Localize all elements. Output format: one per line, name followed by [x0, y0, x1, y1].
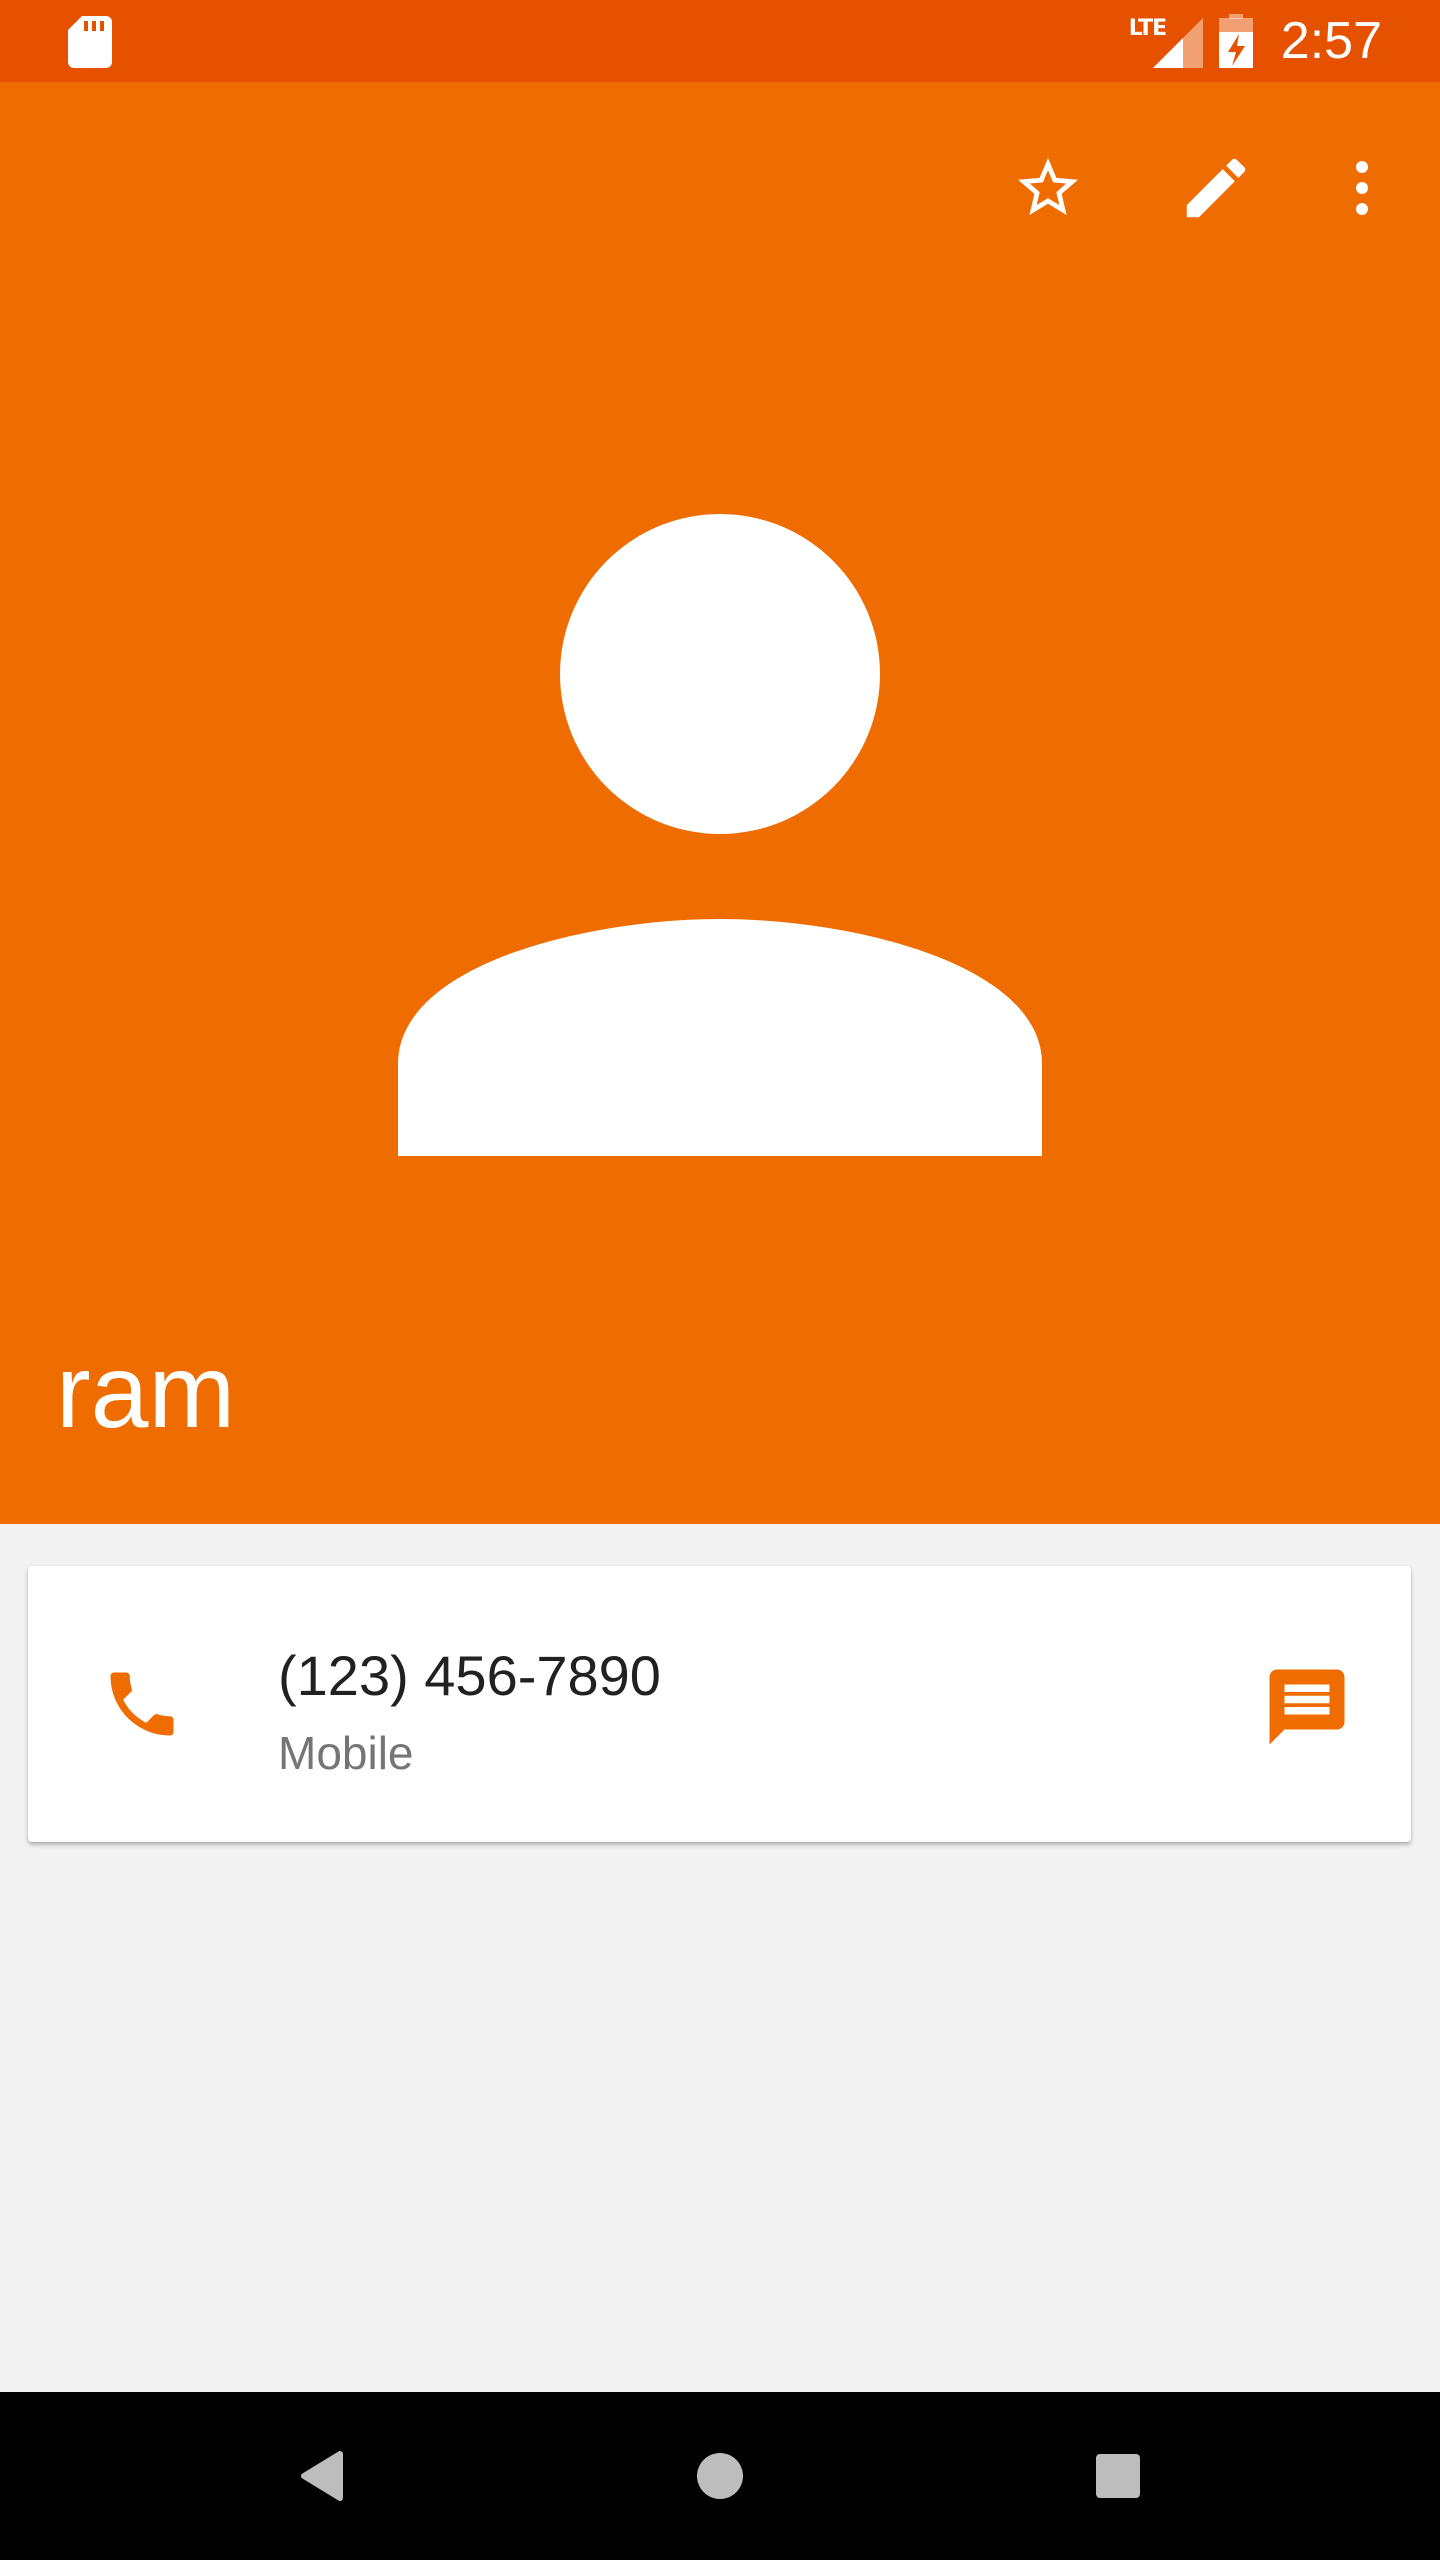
- back-icon: [301, 2451, 343, 2501]
- home-icon: [697, 2453, 743, 2499]
- phone-type-label: Mobile: [278, 1727, 414, 1779]
- edit-icon: [1186, 158, 1246, 218]
- more-vert-icon: [1356, 161, 1368, 215]
- sd-card-icon: [68, 16, 112, 68]
- edit-button[interactable]: [1166, 138, 1266, 238]
- status-clock: 2:57: [1280, 12, 1382, 70]
- recents-button[interactable]: [1068, 2426, 1168, 2526]
- status-bar: LTE 2:57: [0, 0, 1440, 82]
- back-button[interactable]: [272, 2426, 372, 2526]
- phone-card: (123) 456-7890 Mobile: [28, 1566, 1411, 1842]
- status-right: LTE 2:57: [1129, 0, 1382, 82]
- contact-header: ram: [0, 82, 1440, 1524]
- battery-charging-icon: [1218, 14, 1253, 68]
- favorite-button[interactable]: [998, 138, 1098, 238]
- recents-icon: [1096, 2454, 1140, 2498]
- more-options-button[interactable]: [1312, 138, 1412, 238]
- star-icon: [1018, 158, 1078, 215]
- person-avatar-icon: [398, 514, 1042, 1156]
- navigation-bar: [0, 2392, 1440, 2560]
- phone-number[interactable]: (123) 456-7890: [278, 1642, 661, 1709]
- phone-icon[interactable]: [100, 1662, 184, 1746]
- contact-name: ram: [56, 1334, 236, 1450]
- message-icon[interactable]: [1262, 1662, 1352, 1752]
- signal-icon: [1152, 18, 1203, 68]
- home-button[interactable]: [670, 2426, 770, 2526]
